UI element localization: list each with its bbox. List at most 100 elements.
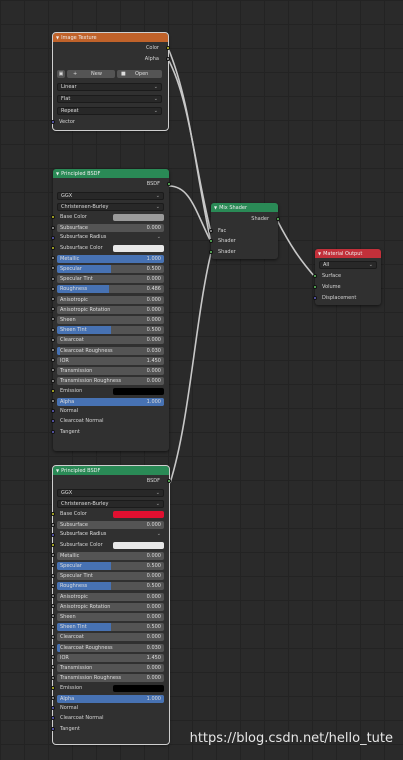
input-socket[interactable] [51, 563, 55, 568]
input-socket[interactable] [51, 327, 55, 332]
mix-shader-header[interactable]: ▼ Mix Shader [211, 203, 278, 212]
socket-base-color[interactable] [51, 215, 55, 220]
image-texture-node[interactable]: ▼ Image Texture Color Alpha ▣ + New ■ Open … [51, 32, 170, 131]
collapse-icon[interactable]: ▼ [318, 249, 321, 258]
value-field[interactable]: Clearcoat 0.000 [57, 336, 164, 345]
value-field[interactable]: Metallic 1.000 [57, 254, 164, 263]
input-socket[interactable] [51, 409, 55, 414]
distribution-dropdown[interactable]: GGX ⌄ [57, 191, 164, 200]
input-socket[interactable] [51, 634, 55, 639]
value-field[interactable]: Transmission 0.000 [57, 663, 164, 672]
interpolation-dropdown[interactable]: Linear ⌄ [57, 82, 162, 91]
principled-bsdf-node[interactable]: ▼ Principled BSDF BSDF GGX ⌄ Christensen-Burl… [51, 465, 171, 745]
value-field[interactable]: IOR 1.450 [57, 356, 164, 365]
value-field[interactable]: Roughness 0.500 [57, 582, 164, 591]
value-field[interactable]: Alpha 1.000 [57, 397, 164, 406]
input-socket[interactable] [51, 624, 55, 629]
value-field[interactable]: Specular 0.500 [57, 561, 164, 570]
base-color-swatch[interactable] [113, 511, 164, 519]
input-socket[interactable] [51, 297, 55, 301]
new-image-button[interactable]: + New [67, 69, 115, 78]
socket-shader-in[interactable] [209, 250, 213, 254]
collapse-icon[interactable]: ▼ [56, 466, 59, 475]
socket-alpha[interactable] [51, 696, 55, 700]
socket-vector[interactable] [51, 120, 55, 124]
input-socket[interactable] [51, 225, 55, 230]
socket-alpha[interactable] [166, 57, 170, 61]
input-socket[interactable] [51, 614, 55, 619]
value-field[interactable]: Specular 0.500 [57, 264, 164, 273]
socket-fac[interactable] [209, 229, 213, 233]
value-field[interactable]: Alpha 1.000 [57, 694, 164, 703]
bsdf-header[interactable]: ▼ Principled BSDF [53, 466, 169, 475]
socket-displacement[interactable] [313, 296, 317, 300]
collapse-icon[interactable]: ▼ [214, 203, 217, 212]
input-socket[interactable] [51, 246, 55, 250]
input-socket[interactable] [51, 675, 55, 680]
input-socket[interactable] [51, 378, 55, 383]
base-color-swatch[interactable] [113, 214, 164, 222]
socket-emission[interactable] [51, 685, 55, 690]
value-field[interactable]: Sheen 0.000 [57, 612, 164, 621]
input-socket[interactable] [51, 604, 55, 609]
input-socket[interactable] [51, 307, 55, 312]
value-field[interactable]: Subsurface 0.000 [57, 224, 164, 233]
input-socket[interactable] [51, 543, 55, 547]
value-field[interactable]: IOR 1.450 [57, 653, 164, 662]
open-image-button[interactable]: ■ Open [117, 69, 162, 78]
input-socket[interactable] [51, 726, 55, 731]
input-socket[interactable] [51, 256, 55, 261]
input-socket[interactable] [51, 337, 55, 342]
distribution-dropdown[interactable]: GGX ⌄ [57, 488, 164, 497]
input-socket[interactable] [51, 266, 55, 271]
input-socket[interactable] [51, 522, 55, 527]
image-browse-icon[interactable]: ▣ [57, 69, 65, 78]
subsurface-radius-dropdown[interactable]: Subsurface Radius ⌄ [57, 531, 164, 539]
socket-shader-out[interactable] [276, 217, 280, 221]
principled-bsdf-node[interactable]: ▼ Principled BSDF BSDF GGX ⌄ Christensen-Burl… [51, 169, 171, 451]
collapse-icon[interactable]: ▼ [56, 33, 59, 42]
socket-color[interactable] [166, 46, 170, 50]
value-field[interactable]: Metallic 0.000 [57, 551, 164, 560]
bsdf-header[interactable]: ▼ Principled BSDF [53, 169, 169, 178]
extension-dropdown[interactable]: Repeat ⌄ [57, 106, 162, 115]
subsurface-radius-dropdown[interactable]: Subsurface Radius ⌄ [57, 234, 164, 242]
value-field[interactable]: Sheen Tint 0.500 [57, 326, 164, 335]
input-socket[interactable] [51, 655, 55, 660]
mix-shader-node[interactable]: ▼ Mix Shader Shader Fac Shader Shader [209, 203, 280, 259]
emission-swatch[interactable] [113, 387, 164, 395]
value-field[interactable]: Roughness 0.486 [57, 285, 164, 294]
socket-volume[interactable] [313, 285, 317, 289]
image-texture-header[interactable]: ▼ Image Texture [53, 33, 168, 42]
socket-bsdf-out[interactable] [167, 182, 171, 186]
subsurface-color-swatch[interactable] [113, 245, 164, 252]
input-socket[interactable] [51, 368, 55, 373]
subsurface-method-dropdown[interactable]: Christensen-Burley ⌄ [57, 499, 164, 508]
input-socket[interactable] [51, 553, 55, 558]
socket-alpha[interactable] [51, 399, 55, 403]
value-field[interactable]: Sheen 0.000 [57, 315, 164, 324]
value-field[interactable]: Clearcoat Roughness 0.030 [57, 643, 164, 652]
socket-shader-in[interactable] [209, 239, 213, 243]
input-socket[interactable] [51, 419, 55, 424]
socket-surface[interactable] [313, 274, 317, 278]
input-socket[interactable] [51, 286, 55, 291]
subsurface-color-swatch[interactable] [113, 542, 164, 549]
value-field[interactable]: Transmission Roughness 0.000 [57, 377, 164, 386]
value-field[interactable]: Subsurface 0.000 [57, 521, 164, 530]
input-socket[interactable] [51, 532, 55, 537]
input-socket[interactable] [51, 645, 55, 649]
socket-bsdf-out[interactable] [167, 479, 171, 483]
value-field[interactable]: Transmission Roughness 0.000 [57, 674, 164, 683]
projection-dropdown[interactable]: Flat ⌄ [57, 94, 162, 103]
value-field[interactable]: Anisotropic 0.000 [57, 295, 164, 304]
collapse-icon[interactable]: ▼ [56, 169, 59, 178]
value-field[interactable]: Specular Tint 0.000 [57, 572, 164, 581]
socket-base-color[interactable] [51, 512, 55, 517]
input-socket[interactable] [51, 716, 55, 721]
target-dropdown[interactable]: All ⌄ [319, 260, 377, 269]
input-socket[interactable] [51, 348, 55, 352]
value-field[interactable]: Anisotropic Rotation 0.000 [57, 305, 164, 314]
input-socket[interactable] [51, 594, 55, 598]
value-field[interactable]: Clearcoat 0.000 [57, 633, 164, 642]
